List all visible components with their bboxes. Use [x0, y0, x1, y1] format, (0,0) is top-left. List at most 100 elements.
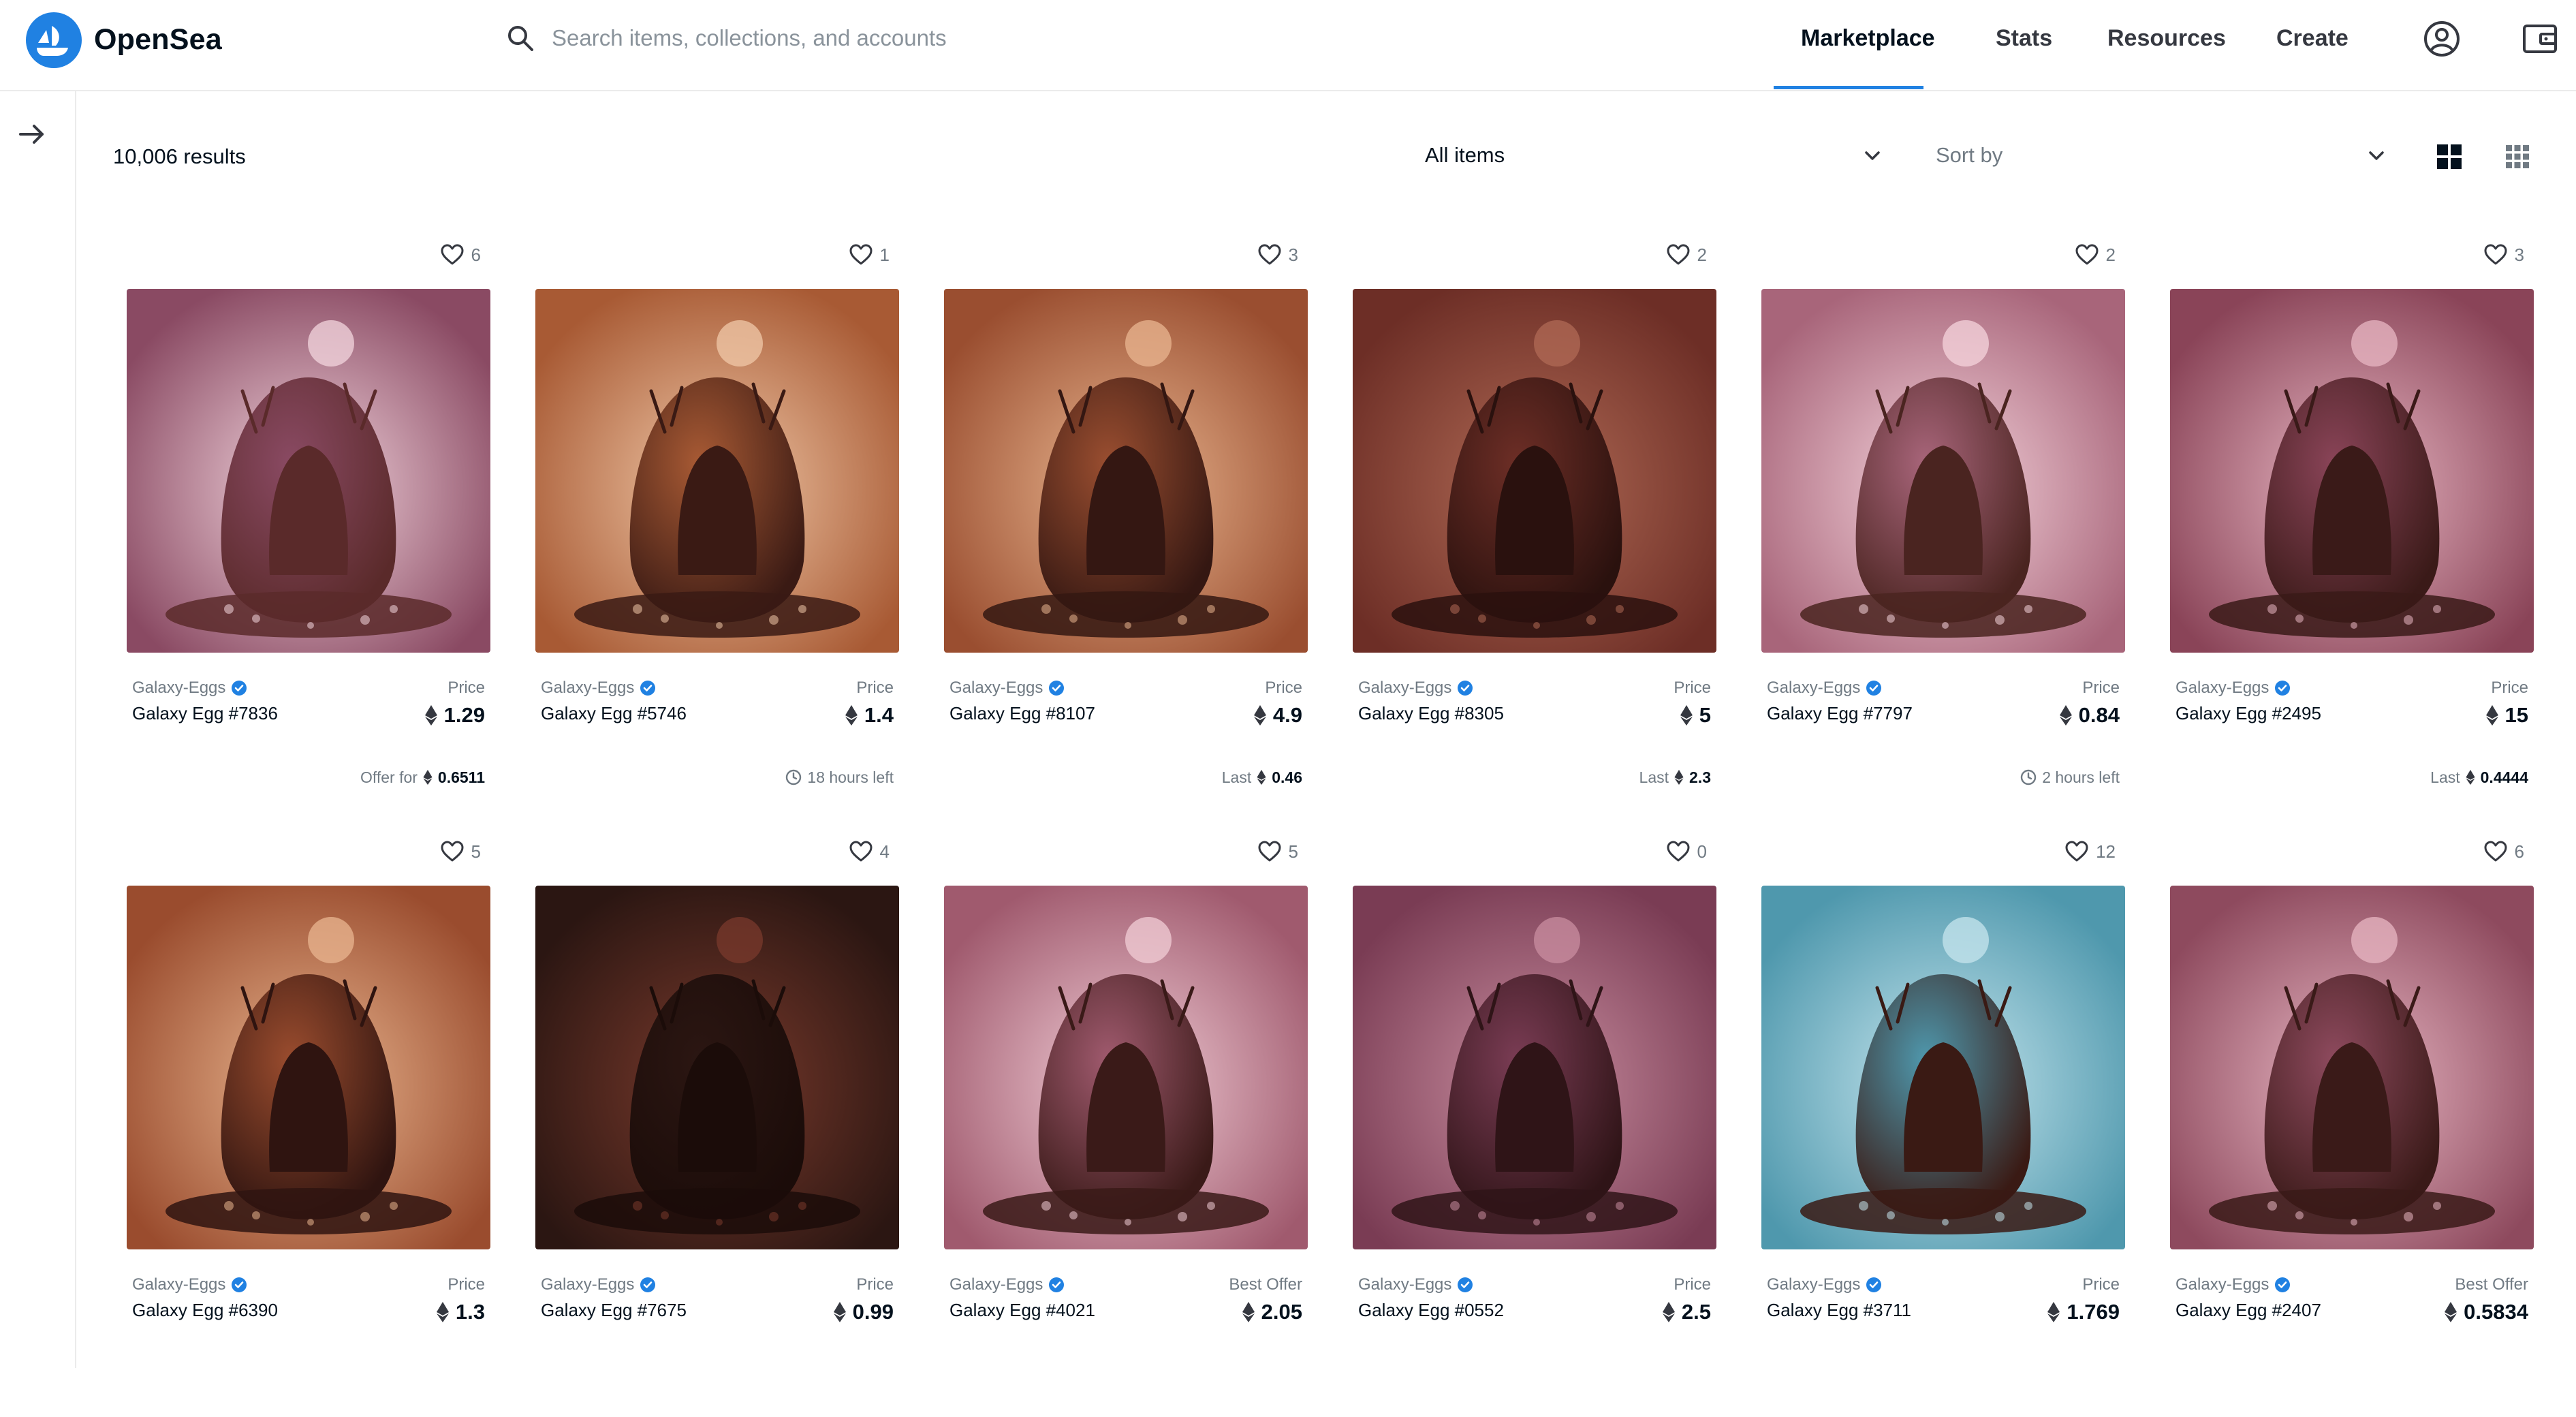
footer-label: Last: [1639, 768, 1669, 786]
nft-card[interactable]: 3 Galaxy-Eggs: [2170, 241, 2534, 820]
nav-create[interactable]: Create: [2276, 23, 2349, 53]
nft-card[interactable]: 1 Galaxy-Eggs Galaxy Egg #5746 Price 1.4…: [535, 241, 899, 820]
sidebar-divider: [75, 91, 76, 1368]
nav-marketplace[interactable]: Marketplace: [1801, 23, 1935, 53]
collection-name[interactable]: Galaxy-Eggs: [541, 679, 634, 698]
nft-image[interactable]: [127, 886, 490, 1249]
item-name[interactable]: Galaxy Egg #0552: [1358, 1298, 1504, 1322]
collection-name[interactable]: Galaxy-Eggs: [1767, 679, 1860, 698]
nft-image[interactable]: [1761, 886, 2125, 1249]
large-grid-view-icon[interactable]: [2436, 143, 2463, 170]
nft-image[interactable]: [944, 289, 1308, 653]
verified-badge-icon: [232, 1277, 247, 1292]
favorite-button[interactable]: 4: [849, 838, 890, 865]
eth-icon: [436, 1302, 449, 1322]
items-filter-value: All items: [1425, 143, 1505, 167]
price-label: Price: [447, 679, 485, 697]
price-label: Price: [856, 1275, 894, 1294]
active-tab-underline: [1774, 86, 1923, 89]
collection-name[interactable]: Galaxy-Eggs: [1767, 1275, 1860, 1294]
favorite-button[interactable]: 5: [440, 838, 481, 865]
nft-card[interactable]: 5 Galaxy-Eggs: [944, 838, 1308, 1417]
nft-card[interactable]: 2 Galaxy-Eggs: [1353, 241, 1716, 820]
collection-name[interactable]: Galaxy-Eggs: [949, 1275, 1043, 1294]
price-label: Price: [2491, 679, 2528, 697]
nft-image[interactable]: [535, 886, 899, 1249]
item-name[interactable]: Galaxy Egg #7836: [132, 702, 278, 725]
egg-artwork: [1761, 289, 2125, 653]
favorite-button[interactable]: 5: [1257, 838, 1298, 865]
collection-name[interactable]: Galaxy-Eggs: [1358, 679, 1451, 698]
nft-card[interactable]: 4 Galaxy-Eggs Galaxy Egg #7675 Price 0.9…: [535, 838, 899, 1417]
verified-badge-icon: [1458, 681, 1473, 696]
price-value: 4.9: [1272, 703, 1302, 727]
footer-label: Last: [2430, 768, 2460, 786]
collection-name[interactable]: Galaxy-Eggs: [2176, 679, 2269, 698]
nft-image[interactable]: [1353, 886, 1716, 1249]
brand-name[interactable]: OpenSea: [94, 20, 222, 59]
price-value: 2.5: [1681, 1300, 1711, 1324]
nft-card[interactable]: 3 Galaxy-Eggs: [944, 241, 1308, 820]
items-filter-dropdown[interactable]: All items: [1425, 134, 1883, 177]
footer-label: Offer for: [360, 768, 418, 786]
favorite-button[interactable]: 2: [1666, 241, 1707, 268]
like-count: 5: [1288, 841, 1298, 862]
favorite-button[interactable]: 3: [2483, 241, 2524, 268]
search-input[interactable]: [552, 19, 1069, 57]
nft-image[interactable]: [127, 289, 490, 653]
favorite-button[interactable]: 0: [1666, 838, 1707, 865]
nft-card[interactable]: 12 Galaxy-Eggs Galaxy Egg #3711 Price 1.…: [1761, 838, 2125, 1417]
footer-value: 0.46: [1272, 768, 1302, 786]
nft-image[interactable]: [1761, 289, 2125, 653]
nft-card[interactable]: 5 Galaxy-Eggs: [127, 838, 490, 1417]
item-name[interactable]: Galaxy Egg #6390: [132, 1298, 278, 1322]
nav-stats[interactable]: Stats: [1996, 23, 2052, 53]
card-info: Galaxy-Eggs Galaxy Egg #3711: [1767, 1274, 1911, 1322]
item-name[interactable]: Galaxy Egg #7797: [1767, 702, 1913, 725]
collection-name[interactable]: Galaxy-Eggs: [132, 1275, 225, 1294]
opensea-logo-icon[interactable]: [26, 12, 82, 68]
item-name[interactable]: Galaxy Egg #8305: [1358, 702, 1504, 725]
nft-image[interactable]: [1353, 289, 1716, 653]
item-name[interactable]: Galaxy Egg #8107: [949, 702, 1095, 725]
item-name[interactable]: Galaxy Egg #2495: [2176, 702, 2321, 725]
like-count: 6: [471, 244, 481, 265]
nft-card[interactable]: 6 Galaxy-Eggs: [2170, 838, 2534, 1417]
nav-resources[interactable]: Resources: [2107, 23, 2226, 53]
wallet-icon[interactable]: [2520, 19, 2560, 59]
price-block: Price 0.99: [833, 1274, 894, 1326]
egg-artwork: [2170, 886, 2534, 1249]
verified-badge-icon: [1049, 681, 1065, 696]
nft-card[interactable]: 0 Galaxy-Eggs Galaxy Egg #0552 Price 2.5: [1353, 838, 1716, 1417]
price-value: 0.5834: [2464, 1300, 2528, 1324]
collection-name[interactable]: Galaxy-Eggs: [132, 679, 225, 698]
favorite-button[interactable]: 6: [440, 241, 481, 268]
favorite-button[interactable]: 1: [849, 241, 890, 268]
favorite-button[interactable]: 12: [2064, 838, 2116, 865]
collection-name[interactable]: Galaxy-Eggs: [949, 679, 1043, 698]
nft-card[interactable]: 2 Galaxy-Eggs: [1761, 241, 2125, 820]
collection-name[interactable]: Galaxy-Eggs: [2176, 1275, 2269, 1294]
collection-name[interactable]: Galaxy-Eggs: [541, 1275, 634, 1294]
item-name[interactable]: Galaxy Egg #5746: [541, 702, 687, 725]
item-name[interactable]: Galaxy Egg #3711: [1767, 1298, 1911, 1322]
arrow-right-icon[interactable]: [16, 119, 48, 150]
item-name[interactable]: Galaxy Egg #7675: [541, 1298, 687, 1322]
sort-dropdown[interactable]: Sort by: [1936, 134, 2387, 177]
account-icon[interactable]: [2422, 19, 2462, 59]
item-name[interactable]: Galaxy Egg #2407: [2176, 1298, 2321, 1322]
nft-image[interactable]: [535, 289, 899, 653]
nft-image[interactable]: [2170, 289, 2534, 653]
small-grid-view-icon[interactable]: [2504, 143, 2531, 170]
eth-icon: [1680, 705, 1693, 726]
nft-card[interactable]: 6 Galaxy-Eggs: [127, 241, 490, 820]
favorite-button[interactable]: 6: [2483, 838, 2524, 865]
verified-badge-icon: [640, 681, 656, 696]
favorite-button[interactable]: 2: [2075, 241, 2116, 268]
nft-image[interactable]: [944, 886, 1308, 1249]
favorite-button[interactable]: 3: [1257, 241, 1298, 268]
nft-image[interactable]: [2170, 886, 2534, 1249]
item-name[interactable]: Galaxy Egg #4021: [949, 1298, 1095, 1322]
egg-artwork: [2170, 289, 2534, 653]
collection-name[interactable]: Galaxy-Eggs: [1358, 1275, 1451, 1294]
